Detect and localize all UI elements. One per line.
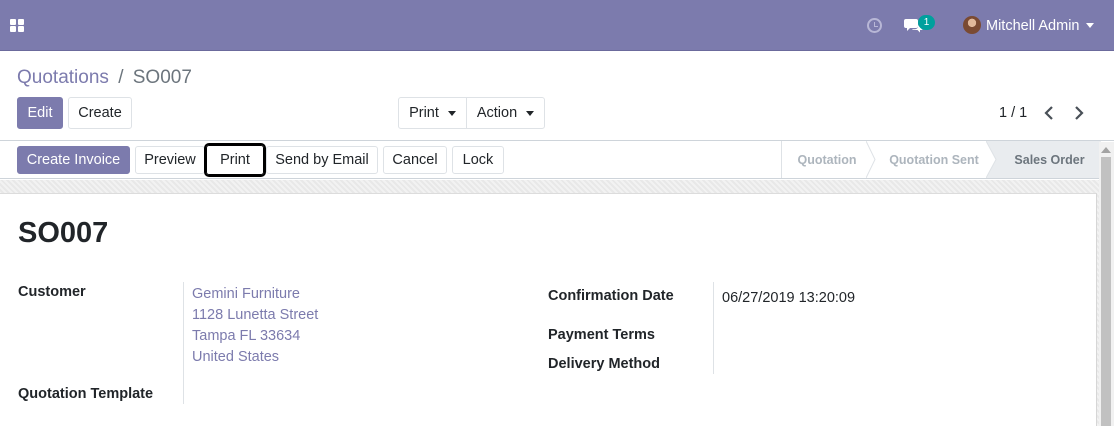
apps-menu-icon[interactable] bbox=[10, 19, 24, 32]
lock-button[interactable]: Lock bbox=[452, 146, 504, 174]
create-button-label: Create bbox=[78, 105, 122, 121]
stage-sales-order[interactable]: Sales Order bbox=[998, 141, 1101, 178]
create-invoice-button[interactable]: Create Invoice bbox=[17, 146, 130, 174]
print-dropdown-label: Print bbox=[409, 105, 439, 121]
user-avatar[interactable] bbox=[963, 16, 981, 34]
breadcrumb-quotations-link[interactable]: Quotations bbox=[17, 67, 109, 88]
print-dropdown-button[interactable]: Print bbox=[398, 97, 467, 129]
cancel-label: Cancel bbox=[392, 152, 438, 168]
print-button[interactable]: Print bbox=[204, 143, 266, 177]
scroll-up-arrow-icon[interactable] bbox=[1101, 147, 1111, 153]
preview-label: Preview bbox=[144, 152, 196, 168]
create-button[interactable]: Create bbox=[68, 97, 132, 129]
top-navbar: 1 Mitchell Admin bbox=[0, 0, 1114, 51]
activity-clock-icon[interactable] bbox=[867, 18, 882, 33]
print-caret-icon bbox=[447, 110, 456, 116]
customer-label: Customer bbox=[18, 284, 86, 300]
stage-quotation-sent[interactable]: Quotation Sent bbox=[876, 141, 992, 178]
breadcrumb-current: SO007 bbox=[132, 67, 192, 88]
stage-pipeline: Quotation Quotation Sent Sales Order bbox=[781, 141, 1101, 178]
action-dropdown-button[interactable]: Action bbox=[466, 97, 545, 129]
action-dropdown-label: Action bbox=[476, 105, 518, 121]
preview-button[interactable]: Preview bbox=[135, 146, 205, 174]
stage-quotation-label: Quotation bbox=[797, 152, 857, 167]
delivery-method-label: Delivery Method bbox=[548, 356, 660, 372]
pager-previous-icon[interactable] bbox=[1041, 104, 1057, 122]
form-sheet bbox=[0, 193, 1097, 426]
customer-address-line2[interactable]: Tampa FL 33634 bbox=[192, 328, 300, 344]
chat-count-badge: 1 bbox=[918, 15, 935, 30]
lock-label: Lock bbox=[462, 152, 494, 168]
breadcrumb: Quotations / SO007 bbox=[17, 67, 192, 89]
send-by-email-button[interactable]: Send by Email bbox=[266, 146, 378, 174]
send-by-email-label: Send by Email bbox=[275, 152, 369, 168]
scrollbar-thumb[interactable] bbox=[1101, 157, 1111, 426]
create-invoice-label: Create Invoice bbox=[26, 152, 121, 168]
breadcrumb-separator: / bbox=[118, 67, 124, 88]
payment-terms-label: Payment Terms bbox=[548, 327, 655, 343]
confirmation-date-label: Confirmation Date bbox=[548, 288, 674, 304]
print-label: Print bbox=[220, 152, 250, 168]
cancel-button[interactable]: Cancel bbox=[383, 146, 447, 174]
stage-quotation-sent-label: Quotation Sent bbox=[889, 152, 979, 167]
customer-name-link[interactable]: Gemini Furniture bbox=[192, 286, 300, 302]
order-title: SO007 bbox=[18, 217, 109, 249]
control-panel: Quotations / SO007 Edit Create Print Act… bbox=[0, 52, 1114, 141]
stage-arrow-divider bbox=[986, 141, 998, 178]
edit-button[interactable]: Edit bbox=[17, 97, 63, 129]
quotation-template-label: Quotation Template bbox=[18, 386, 154, 402]
customer-address-line1[interactable]: 1128 Lunetta Street bbox=[192, 307, 318, 323]
pager-next-icon[interactable] bbox=[1071, 104, 1087, 122]
form-statusbar: Create Invoice Preview Print Send by Ema… bbox=[0, 141, 1114, 179]
user-menu-name[interactable]: Mitchell Admin bbox=[986, 17, 1079, 35]
stage-sales-order-label: Sales Order bbox=[1014, 152, 1085, 167]
confirmation-date-value[interactable]: 06/27/2019 13:20:09 bbox=[722, 290, 855, 306]
action-caret-icon bbox=[526, 110, 535, 116]
field-divider bbox=[183, 282, 184, 404]
user-menu-caret-icon[interactable] bbox=[1086, 23, 1094, 28]
stage-quotation[interactable]: Quotation bbox=[782, 141, 872, 178]
stage-arrow-divider bbox=[866, 141, 876, 178]
pager-value: 1 / 1 bbox=[999, 105, 1028, 121]
field-divider bbox=[713, 282, 714, 374]
edit-button-label: Edit bbox=[27, 105, 53, 121]
customer-address-line3[interactable]: United States bbox=[192, 349, 279, 365]
